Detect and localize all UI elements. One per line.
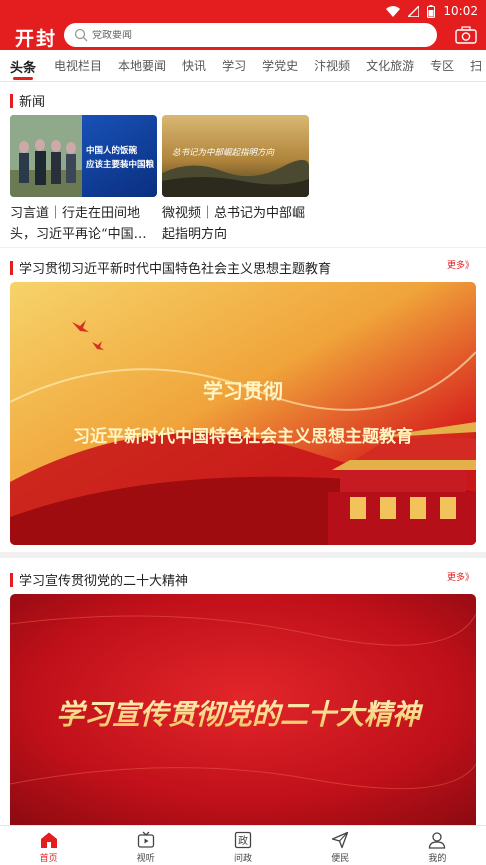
news-card[interactable]: 中国人的饭碗 应该主要装中国粮 习言道｜行走在田间地头，习近平再论“中国… [10,115,157,245]
nav-profile[interactable]: 我的 [389,826,486,865]
signal-icon [408,5,420,17]
tab-bian-video[interactable]: 汴视频 [314,50,350,81]
search-input[interactable] [92,29,392,41]
home-icon [40,832,57,848]
banner-text-line2: 习近平新时代中国特色社会主义思想主题教育 [73,426,413,447]
camera-icon[interactable] [455,26,477,44]
banner-20th-congress[interactable]: 学习宣传贯彻党的二十大精神 [10,594,476,825]
nav-label: 我的 [428,854,447,864]
banner-text-line1: 学习贯彻 [203,379,283,403]
status-bar: 10:02 [386,3,478,19]
tab-scan[interactable]: 扫 [470,50,482,81]
wifi-icon [386,5,401,17]
banner-text: 学习宣传贯彻党的二十大精神 [56,698,424,731]
nav-home[interactable]: 首页 [0,826,97,865]
svg-text:应该主要装中国粮: 应该主要装中国粮 [86,159,155,170]
news-caption[interactable]: 微视频｜总书记为中部崛起指明方向 [162,203,309,245]
bottom-nav: 首页 视听 政 问政 便民 我的 [0,825,486,865]
svg-text:总书记为中部崛起指明方向: 总书记为中部崛起指明方向 [172,147,276,158]
channel-tabs: 头条 电视栏目 本地要闻 快讯 学习 学党史 汴视频 文化旅游 专区 扫 [0,50,486,82]
divider [0,247,486,248]
tab-party-history[interactable]: 学党史 [262,50,298,81]
nav-politics[interactable]: 政 问政 [194,826,291,865]
send-icon [332,831,349,849]
politics-icon: 政 [234,831,252,849]
news-section-title: 新闻 [10,91,45,110]
app-logo: 开封 [15,28,58,50]
more-link[interactable]: 更多》 [447,258,474,271]
tv-icon [137,831,154,848]
tab-special-zone[interactable]: 专区 [430,50,454,81]
user-icon [429,832,446,849]
nav-services[interactable]: 便民 [292,826,389,865]
more-link[interactable]: 更多》 [447,570,474,583]
section-title-study-education: 学习贯彻习近平新时代中国特色社会主义思想主题教育 [10,258,331,277]
battery-icon [427,4,436,18]
news-thumbnail[interactable]: 总书记为中部崛起指明方向 [162,115,309,197]
news-card[interactable]: 总书记为中部崛起指明方向 微视频｜总书记为中部崛起指明方向 [162,115,309,245]
tab-study[interactable]: 学习 [222,50,246,81]
tab-flash-news[interactable]: 快讯 [182,50,206,81]
status-time: 10:02 [443,4,478,18]
section-divider [0,552,486,558]
svg-text:政: 政 [238,834,248,847]
nav-label: 便民 [331,854,350,864]
svg-text:中国人的饭碗: 中国人的饭碗 [86,145,138,156]
tab-local-news[interactable]: 本地要闻 [118,50,166,81]
nav-media[interactable]: 视听 [97,826,194,865]
search-bar[interactable] [64,23,437,47]
news-thumbnail[interactable]: 中国人的饭碗 应该主要装中国粮 [10,115,157,197]
nav-label: 首页 [39,854,58,864]
banner-study-education[interactable]: 学习贯彻 习近平新时代中国特色社会主义思想主题教育 [10,282,476,545]
app-header: 10:02 开封 [0,0,486,50]
nav-label: 问政 [234,854,253,864]
tab-tv-columns[interactable]: 电视栏目 [54,50,102,81]
section-title-20th-congress: 学习宣传贯彻党的二十大精神 [10,570,188,589]
tab-headlines[interactable]: 头条 [10,50,36,81]
news-caption[interactable]: 习言道｜行走在田间地头，习近平再论“中国… [10,203,157,245]
search-icon [74,28,88,42]
tab-culture-tourism[interactable]: 文化旅游 [366,50,414,81]
nav-label: 视听 [136,854,155,864]
